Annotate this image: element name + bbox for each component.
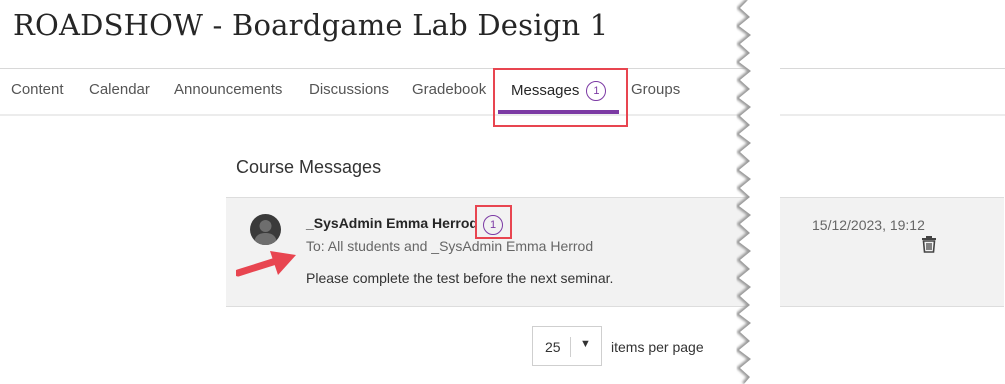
tab-discussions[interactable]: Discussions (309, 81, 389, 98)
torn-edge-decoration (734, 0, 780, 384)
message-sender[interactable]: _SysAdmin Emma Herrod (306, 215, 478, 231)
tab-calendar[interactable]: Calendar (89, 81, 150, 98)
trash-icon[interactable] (920, 235, 938, 253)
message-timestamp: 15/12/2023, 19:12 (812, 217, 925, 233)
items-per-page-select[interactable]: 25 ▼ (532, 326, 602, 366)
red-arrow-annotation-icon (236, 251, 296, 277)
message-recipients: To: All students and _SysAdmin Emma Herr… (306, 238, 594, 254)
highlight-box-messages-tab (493, 68, 628, 127)
user-avatar-icon (250, 214, 281, 245)
course-title: ROADSHOW - Boardgame Lab Design 1 (13, 8, 609, 42)
highlight-box-message-badge (475, 205, 512, 239)
tab-content[interactable]: Content (11, 81, 64, 98)
section-title: Course Messages (236, 157, 382, 177)
caret-down-icon: ▼ (580, 338, 591, 350)
tab-gradebook[interactable]: Gradebook (412, 81, 486, 98)
tab-announcements[interactable]: Announcements (174, 81, 282, 98)
tab-groups[interactable]: Groups (631, 81, 680, 98)
items-per-page-value: 25 (545, 339, 561, 355)
message-body: Please complete the test before the next… (306, 270, 614, 286)
select-divider (570, 337, 571, 357)
items-per-page-label: items per page (611, 339, 704, 355)
